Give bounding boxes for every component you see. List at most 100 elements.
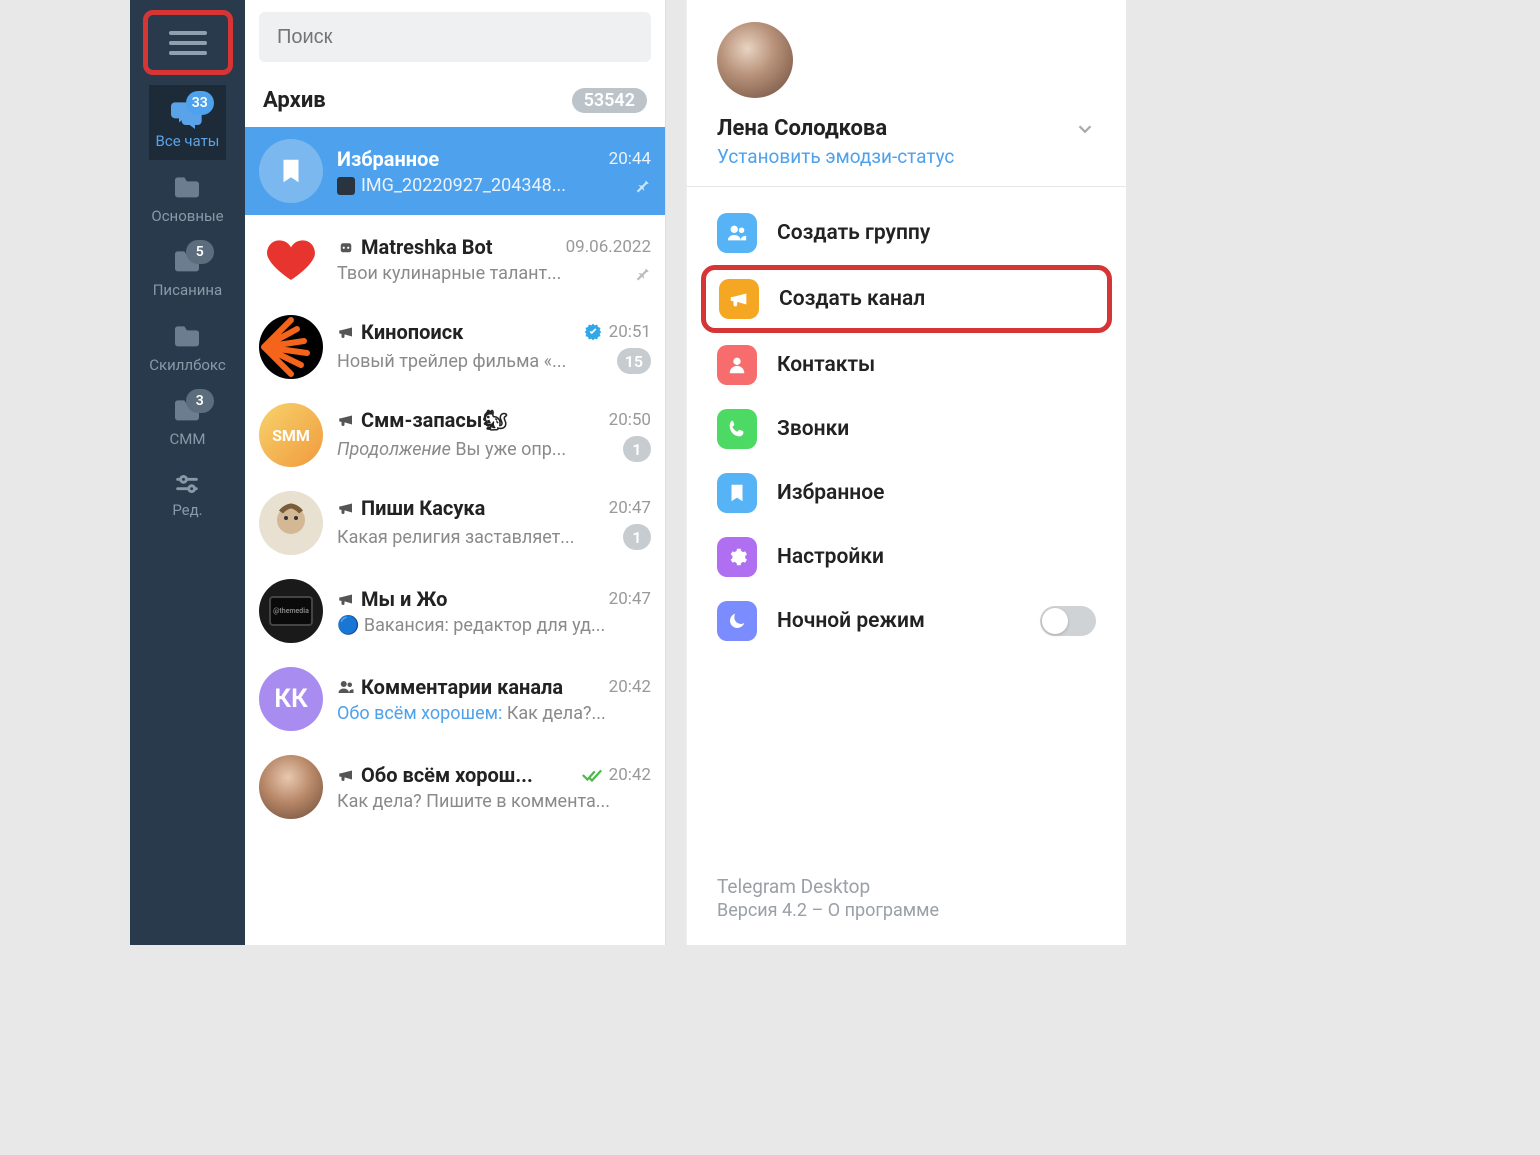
folder-icon bbox=[168, 321, 206, 353]
chat-row-comments[interactable]: КК Комментарии канала 20:42 Обо всём хор… bbox=[245, 655, 665, 743]
chat-row-smm[interactable]: SMM Смм-запасы🐿 20:50 Продолжение Вы уже… bbox=[245, 391, 665, 479]
folder-edit[interactable]: Ред. bbox=[149, 458, 226, 529]
chat-name: Избранное bbox=[337, 147, 603, 171]
avatar: @themedia bbox=[259, 579, 323, 643]
chat-time: 20:44 bbox=[609, 149, 651, 169]
chat-name: Matreshka Bot bbox=[361, 235, 560, 259]
menu-label: Избранное bbox=[777, 481, 1096, 505]
chat-preview: Продолжение Вы уже опр... bbox=[337, 439, 615, 460]
menu-item-saved[interactable]: Избранное bbox=[701, 461, 1112, 525]
set-emoji-status-link[interactable]: Установить эмодзи-статус bbox=[717, 145, 1096, 168]
avatar: КК bbox=[259, 667, 323, 731]
chat-row-kinopoisk[interactable]: Кинопоиск 20:51 Новый трейлер фильма «..… bbox=[245, 303, 665, 391]
folders-sidebar: 33 Все чаты Основные 5Писанина Скиллбокс 3СММ… bbox=[130, 0, 245, 945]
group-icon bbox=[337, 678, 355, 696]
chat-preview: IMG_20220927_204348... bbox=[337, 175, 625, 196]
unread-badge: 1 bbox=[623, 524, 651, 550]
folder-label: Основные bbox=[151, 208, 223, 225]
sliders-icon bbox=[169, 470, 205, 498]
avatar bbox=[259, 755, 323, 819]
chevron-down-icon[interactable] bbox=[1074, 118, 1096, 140]
archive-label: Архив bbox=[263, 88, 572, 113]
menu-item-calls[interactable]: Звонки bbox=[701, 397, 1112, 461]
menu-item-contacts[interactable]: Контакты bbox=[701, 333, 1112, 397]
avatar bbox=[259, 315, 323, 379]
avatar: SMM bbox=[259, 403, 323, 467]
menu-item-settings[interactable]: Настройки bbox=[701, 525, 1112, 589]
chat-row-myijo[interactable]: @themedia Мы и Жо 20:47 🔵 Вакансия: реда… bbox=[245, 567, 665, 655]
unread-badge: 15 bbox=[617, 348, 651, 374]
profile-block[interactable]: Лена Солодкова Установить эмодзи-статус bbox=[687, 0, 1126, 187]
folder-label: Ред. bbox=[172, 502, 202, 519]
menu-item-channel[interactable]: Создать канал bbox=[701, 265, 1112, 333]
chat-time: 20:50 bbox=[609, 410, 651, 430]
chat-preview: 🔵 Вакансия: редактор для уд... bbox=[337, 615, 651, 636]
chat-name: Обо всём хорош... bbox=[361, 763, 575, 787]
chat-time: 20:47 bbox=[609, 498, 651, 518]
chats-column: Архив 53542 Избранное 20:44 IMG_20220927… bbox=[245, 0, 665, 945]
bot-icon bbox=[337, 238, 355, 256]
chat-preview: Новый трейлер фильма «... bbox=[337, 351, 609, 372]
phone-icon bbox=[717, 409, 757, 449]
moon-icon bbox=[717, 601, 757, 641]
chat-time: 09.06.2022 bbox=[566, 237, 651, 257]
gear-icon bbox=[717, 537, 757, 577]
chat-row-matreshka[interactable]: Matreshka Bot 09.06.2022 Твои кулинарные… bbox=[245, 215, 665, 303]
channel-icon bbox=[337, 499, 355, 517]
app-footer: Telegram Desktop Версия 4.2 – О программ… bbox=[687, 875, 1126, 945]
chat-name: Кинопоиск bbox=[361, 320, 577, 344]
folder-label: СММ bbox=[170, 431, 206, 448]
chat-name: Пиши Касука bbox=[361, 496, 603, 520]
chat-time: 20:47 bbox=[609, 589, 651, 609]
channel-icon bbox=[337, 766, 355, 784]
menu-label: Ночной режим bbox=[777, 609, 1020, 633]
chat-preview: Обо всём хорошем: Как дела?... bbox=[337, 703, 651, 724]
avatar-saved bbox=[259, 139, 323, 203]
verified-icon bbox=[583, 322, 603, 342]
chat-row-saved[interactable]: Избранное 20:44 IMG_20220927_204348... bbox=[245, 127, 665, 215]
channel-icon bbox=[337, 323, 355, 341]
night-mode-toggle[interactable] bbox=[1040, 606, 1096, 636]
folder-all[interactable]: 33 Все чаты bbox=[149, 85, 226, 160]
image-thumb-icon bbox=[337, 177, 355, 195]
chat-preview: Как дела? Пишите в коммента... bbox=[337, 791, 651, 812]
menu-label: Настройки bbox=[777, 545, 1096, 569]
footer-version[interactable]: Версия 4.2 – О программе bbox=[717, 900, 1096, 921]
folder-smm[interactable]: 3СММ bbox=[149, 383, 226, 458]
footer-app-name: Telegram Desktop bbox=[717, 875, 1096, 898]
menu-label: Создать канал bbox=[779, 287, 1094, 311]
pin-icon bbox=[633, 176, 651, 194]
chat-name: Смм-запасы🐿 bbox=[361, 408, 603, 432]
avatar bbox=[259, 491, 323, 555]
megaphone-icon bbox=[719, 279, 759, 319]
chat-preview: Какая религия заставляет... bbox=[337, 527, 615, 548]
folder-writing[interactable]: 5Писанина bbox=[149, 234, 226, 309]
folder-main[interactable]: Основные bbox=[149, 160, 226, 235]
main-menu-panel: Лена Солодкова Установить эмодзи-статус … bbox=[686, 0, 1126, 945]
chat-row-kasuka[interactable]: Пиши Касука 20:47 Какая религия заставля… bbox=[245, 479, 665, 567]
chat-preview: Твои кулинарные талант... bbox=[337, 263, 625, 284]
folder-label: Все чаты bbox=[156, 133, 220, 150]
channel-icon bbox=[337, 411, 355, 429]
chat-row-obovsem[interactable]: Обо всём хорош... 20:42 Как дела? Пишите… bbox=[245, 743, 665, 831]
profile-name: Лена Солодкова bbox=[717, 116, 1074, 141]
archive-row[interactable]: Архив 53542 bbox=[245, 74, 665, 127]
folder-label: Скиллбокс bbox=[149, 357, 226, 374]
channel-icon bbox=[337, 590, 355, 608]
folder-skillbox[interactable]: Скиллбокс bbox=[149, 309, 226, 384]
folder-icon bbox=[168, 172, 206, 204]
group-icon bbox=[717, 213, 757, 253]
chat-time: 20:42 bbox=[609, 677, 651, 697]
menu-item-night[interactable]: Ночной режим bbox=[701, 589, 1112, 653]
search-input[interactable] bbox=[259, 12, 651, 62]
unread-badge: 1 bbox=[623, 436, 651, 462]
read-checks-icon bbox=[581, 766, 603, 784]
menu-button[interactable] bbox=[143, 10, 233, 75]
archive-count: 53542 bbox=[572, 88, 647, 113]
pin-icon bbox=[633, 264, 651, 282]
folder-label: Писанина bbox=[153, 282, 223, 299]
chat-list-panel: 33 Все чаты Основные 5Писанина Скиллбокс 3СММ… bbox=[130, 0, 666, 945]
avatar bbox=[259, 227, 323, 291]
menu-item-group[interactable]: Создать группу bbox=[701, 201, 1112, 265]
folder-badge: 33 bbox=[186, 91, 214, 115]
